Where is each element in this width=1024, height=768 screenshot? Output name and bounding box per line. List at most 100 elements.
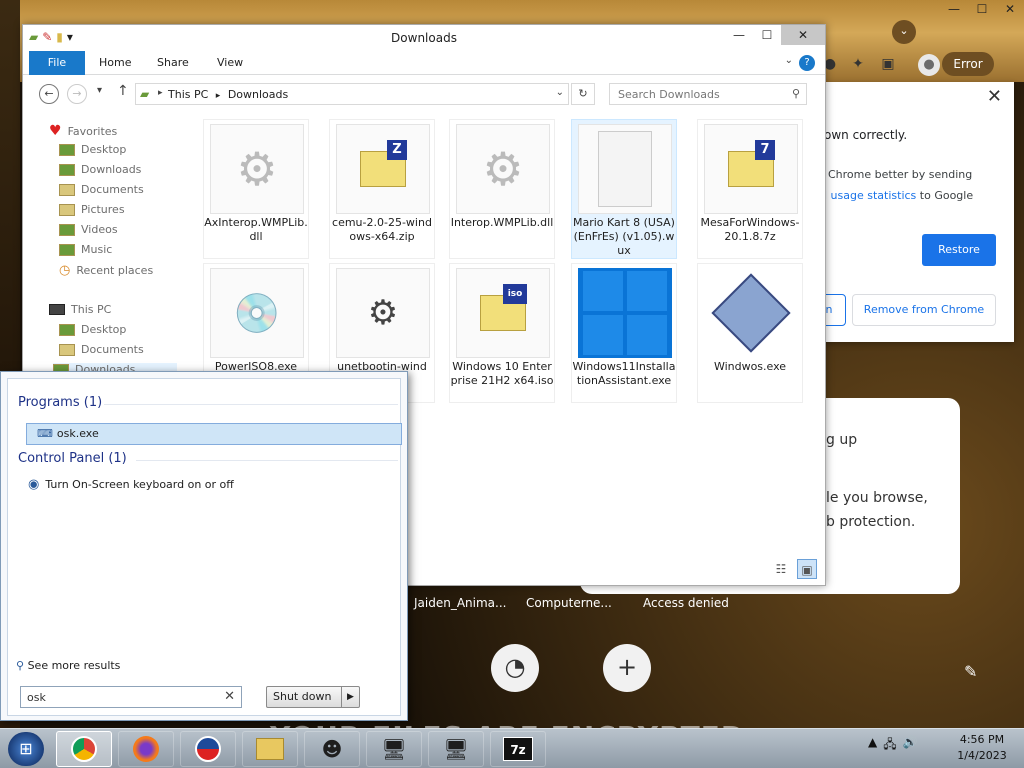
network-pc-taskbar-icon[interactable]: 🖥	[366, 731, 422, 767]
sidebar-item-downloads[interactable]: Downloads	[59, 163, 141, 176]
taskbar-clock[interactable]: 4:56 PM 1/4/2023	[946, 732, 1018, 764]
card-text: le you browse,	[826, 490, 928, 506]
desktop-icon	[59, 143, 75, 156]
documents-icon	[59, 343, 75, 356]
chrome-toolbar: ● ✦ ▣ ● Error	[800, 50, 1024, 80]
usb-icon: ⚙	[336, 268, 430, 358]
show-hidden-icons-icon[interactable]: ▲	[868, 735, 877, 756]
remove-from-chrome-button[interactable]: Remove from Chrome	[852, 294, 996, 326]
chrome-shortcut-icon[interactable]: ◔	[491, 644, 539, 692]
shortcut-label[interactable]: Computerne...	[526, 596, 612, 610]
add-shortcut-icon[interactable]: +	[603, 644, 651, 692]
shortcut-label[interactable]: Jaiden_Anima...	[414, 596, 506, 610]
file-item[interactable]: Mario Kart 8 (USA) (EnFrEs) (v1.05).wux	[571, 119, 677, 259]
users-taskbar-icon[interactable]: ☻	[304, 731, 360, 767]
pc-icon: ▰	[140, 87, 150, 101]
tab-share[interactable]: Share	[157, 56, 189, 69]
divider	[136, 460, 398, 461]
ease-of-access-icon: ◉	[28, 477, 40, 492]
sidebar-item-videos[interactable]: Videos	[59, 223, 118, 236]
minimize-icon[interactable]: —	[940, 0, 968, 18]
7zip-taskbar-icon[interactable]: 7z	[490, 731, 546, 767]
file-item[interactable]: ⚙ Interop.WMPLib.dll	[449, 119, 555, 259]
address-bar[interactable]: ▰ ▸ This PC ▸ Downloads ⌄	[135, 83, 569, 105]
network-icon[interactable]: 🖧	[883, 735, 896, 756]
sidebar-item-documents[interactable]: Documents	[59, 183, 144, 196]
see-more-results-link[interactable]: ⚲ See more results	[16, 659, 120, 672]
sidebar-item-recent-places[interactable]: ◷ Recent places	[59, 263, 153, 278]
usage-statistics-link[interactable]: l usage statistics	[824, 189, 916, 202]
file-item[interactable]: ⚙ AxInterop.WMPLib.dll	[203, 119, 309, 259]
forward-icon[interactable]: →	[67, 84, 87, 104]
chevron-right-icon: ▸	[158, 88, 163, 98]
up-icon[interactable]: ↑	[117, 83, 129, 99]
view-toggle: ☷ ▣	[771, 559, 817, 579]
close-icon[interactable]: ✕	[781, 25, 825, 45]
explorer-titlebar: ▰ ✎ ▮ ▾ Downloads — ☐ ✕	[23, 25, 825, 51]
restore-button[interactable]: Restore	[922, 234, 996, 266]
iso-icon: iso	[456, 268, 550, 358]
app-icon	[704, 268, 798, 358]
help-icon[interactable]: ?	[799, 55, 815, 71]
sidebar-item-pc-desktop[interactable]: Desktop	[59, 323, 126, 336]
taskbar: ⊞ ☻ 🖥 🖥 7z ▲ 🖧 🔊 4:56 PM 1/4/2023	[0, 728, 1024, 768]
file-item[interactable]: Z cemu-2.0-25-windows-x64.zip	[329, 119, 435, 259]
firefox-taskbar-icon[interactable]	[118, 731, 174, 767]
tab-search-chevron-icon[interactable]: ⌄	[892, 20, 916, 44]
close-icon[interactable]: ✕	[987, 86, 1002, 107]
clear-search-icon[interactable]: ✕	[224, 689, 235, 704]
profile-avatar-icon[interactable]: ●	[918, 54, 940, 76]
file-item[interactable]: Windwos.exe	[697, 263, 803, 403]
tab-view[interactable]: View	[217, 56, 243, 69]
large-icons-view-icon[interactable]: ▣	[797, 559, 817, 579]
explorer-taskbar-icon[interactable]	[242, 731, 298, 767]
network-pc-taskbar-icon[interactable]: 🖥	[428, 731, 484, 767]
obama-logo-taskbar-icon[interactable]	[180, 731, 236, 767]
control-panel-result[interactable]: ◉ Turn On-Screen keyboard on or off	[28, 477, 234, 492]
close-icon[interactable]: ✕	[996, 0, 1024, 18]
breadcrumb-downloads[interactable]: Downloads	[228, 88, 288, 101]
shortcut-label[interactable]: Access denied	[643, 596, 729, 610]
volume-icon[interactable]: 🔊	[903, 735, 918, 756]
expand-ribbon-icon[interactable]: ⌄	[785, 55, 793, 66]
programs-header[interactable]: Programs (1)	[18, 395, 102, 410]
start-button[interactable]: ⊞	[8, 732, 44, 766]
popup-text: Chrome better by sending	[828, 168, 973, 181]
system-tray: ▲ 🖧 🔊	[868, 735, 918, 756]
sidebar-item-favorites[interactable]: ♥ Favorites	[49, 123, 117, 139]
recent-locations-icon[interactable]: ▾	[97, 85, 102, 96]
shutdown-button[interactable]: Shut down ▶	[266, 686, 360, 708]
minimize-icon[interactable]: —	[725, 25, 753, 45]
sidepanel-icon[interactable]: ▣	[878, 54, 898, 74]
tab-file[interactable]: File	[29, 51, 85, 75]
error-button[interactable]: Error	[942, 52, 994, 76]
maximize-icon[interactable]: ☐	[968, 0, 996, 18]
file-item[interactable]: Windows11InstallationAssistant.exe	[571, 263, 677, 403]
start-search-input[interactable]: osk ✕	[20, 686, 242, 708]
tab-home[interactable]: Home	[99, 56, 131, 69]
installer-icon: 💿	[210, 268, 304, 358]
details-view-icon[interactable]: ☷	[771, 559, 791, 579]
back-icon[interactable]: ←	[39, 84, 59, 104]
breadcrumb-this-pc[interactable]: This PC	[168, 88, 208, 101]
refresh-icon[interactable]: ↻	[571, 83, 595, 105]
sidebar-item-pc-documents[interactable]: Documents	[59, 343, 144, 356]
sidebar-item-this-pc[interactable]: This PC	[49, 303, 111, 316]
sidebar-item-music[interactable]: Music	[59, 243, 112, 256]
chevron-down-icon[interactable]: ⌄	[556, 87, 564, 98]
pencil-icon[interactable]: ✎	[964, 662, 977, 681]
keyboard-icon: ⌨	[37, 427, 53, 440]
file-item[interactable]: iso Windows 10 Enterprise 21H2 x64.iso	[449, 263, 555, 403]
program-result-osk[interactable]: ⌨ osk.exe	[26, 423, 402, 445]
puzzle-extensions-icon[interactable]: ✦	[848, 54, 868, 74]
maximize-icon[interactable]: ☐	[753, 25, 781, 45]
shutdown-options-icon[interactable]: ▶	[341, 687, 359, 707]
control-panel-header[interactable]: Control Panel (1)	[18, 451, 127, 466]
chrome-taskbar-icon[interactable]	[56, 731, 112, 767]
sidebar-item-desktop[interactable]: Desktop	[59, 143, 126, 156]
popup-text: own correctly.	[824, 128, 908, 142]
sidebar-item-pictures[interactable]: Pictures	[59, 203, 125, 216]
search-input[interactable]: Search Downloads ⚲	[609, 83, 807, 105]
file-item[interactable]: 7 MesaForWindows-20.1.8.7z	[697, 119, 803, 259]
ribbon-tabs: File Home Share View ⌄ ?	[23, 51, 825, 75]
